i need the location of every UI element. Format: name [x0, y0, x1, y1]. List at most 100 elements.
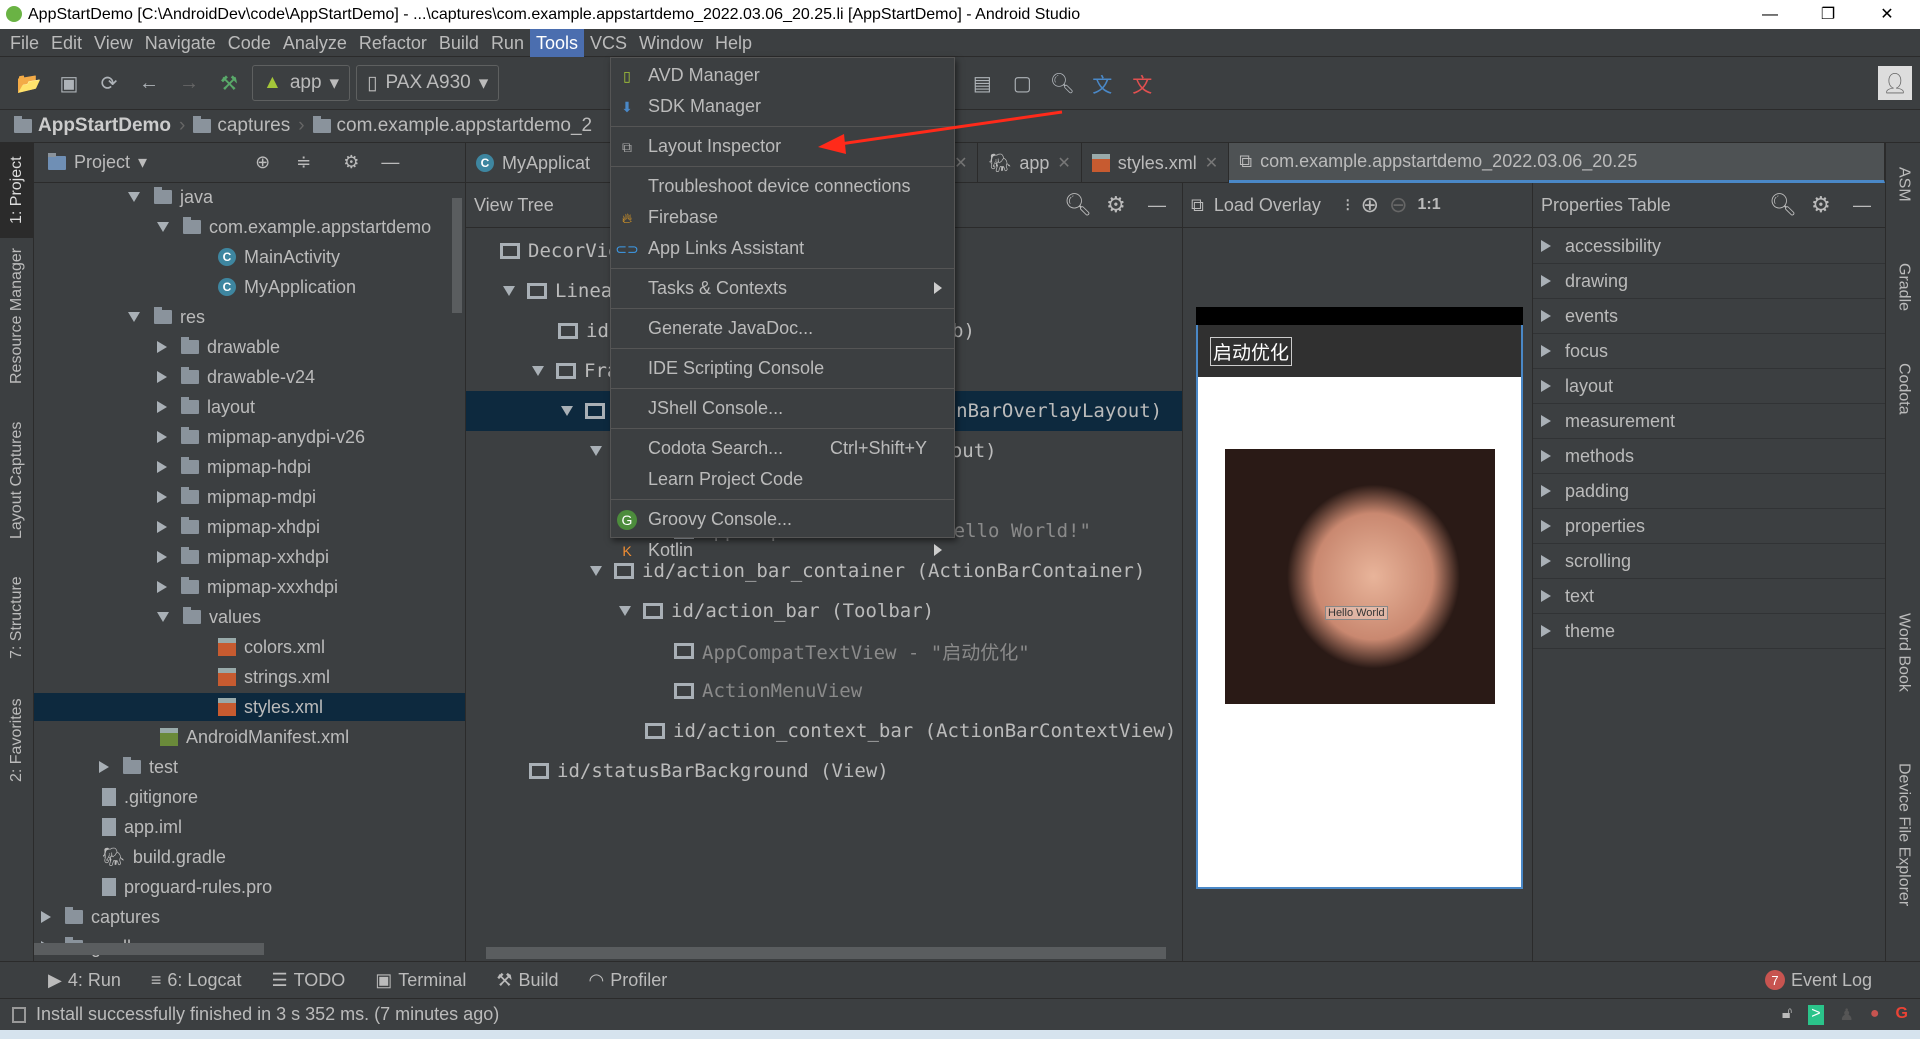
chevron-right-icon[interactable] [99, 761, 109, 773]
property-group[interactable]: text [1533, 579, 1885, 614]
project-tree-item[interactable]: .gitignore [34, 783, 465, 811]
tool-tab-codota[interactable]: Codota [1886, 363, 1920, 473]
project-tree-item[interactable]: AndroidManifest.xml [34, 723, 465, 751]
restore-button[interactable]: ❐ [1803, 0, 1853, 29]
menu-item-kotlin[interactable]: K Kotlin [611, 535, 954, 566]
project-tree-item[interactable]: drawable [34, 333, 465, 361]
property-group[interactable]: padding [1533, 474, 1885, 509]
project-tree-item[interactable]: values [34, 603, 465, 631]
project-tree-item[interactable]: proguard-rules.pro [34, 873, 465, 901]
property-group[interactable]: theme [1533, 614, 1885, 649]
property-group[interactable]: measurement [1533, 404, 1885, 439]
menu-item-jshell-console[interactable]: JShell Console... [611, 393, 954, 424]
chevron-down-icon[interactable] [128, 192, 140, 202]
hide-icon[interactable]: — [1853, 195, 1871, 216]
menu-edit[interactable]: Edit [45, 29, 88, 57]
tool-tab-word-book[interactable]: Word Book [1886, 613, 1920, 733]
translate-icon[interactable]: 文 [1085, 66, 1119, 100]
menu-item-troubleshoot-device-connections[interactable]: Troubleshoot device connections [611, 171, 954, 202]
tool-window-4-run[interactable]: ▶ 4: Run [48, 970, 121, 991]
breadcrumb-item[interactable]: AppStartDemo [14, 115, 171, 137]
forward-icon[interactable]: → [172, 66, 206, 100]
tool-tab-device-file-explorer[interactable]: Device File Explorer [1886, 763, 1920, 963]
view-tree-node[interactable]: id/statusBarBackground (View) [466, 751, 1182, 791]
project-view-select[interactable]: Project [74, 152, 130, 173]
chevron-right-icon[interactable] [1541, 485, 1551, 497]
project-tree-item[interactable]: mipmap-xhdpi [34, 513, 465, 541]
tool-window-build[interactable]: ⚒ Build [496, 970, 558, 991]
project-tree-item[interactable]: C MyApplication [34, 273, 465, 301]
chevron-right-icon[interactable] [1541, 345, 1551, 357]
chevron-right-icon[interactable] [1541, 310, 1551, 322]
horizontal-scrollbar[interactable] [486, 947, 1166, 959]
tool-tab-asm[interactable]: ASM [1886, 153, 1920, 223]
chevron-down-icon[interactable] [128, 312, 140, 322]
chevron-down-icon[interactable] [157, 612, 169, 622]
sync-icon[interactable]: ⟳ [92, 66, 126, 100]
view-tree-node[interactable]: AppCompatTextView - "启动优化" [466, 631, 1182, 671]
tool-window-todo[interactable]: ☰ TODO [271, 970, 345, 991]
chevron-right-icon[interactable] [157, 461, 167, 473]
property-group[interactable]: properties [1533, 509, 1885, 544]
menu-navigate[interactable]: Navigate [139, 29, 222, 57]
chevron-down-icon[interactable]: ▾ [138, 152, 147, 173]
menu-tools[interactable]: Tools [529, 28, 584, 57]
breadcrumb-item[interactable]: com.example.appstartdemo_2 [312, 115, 592, 137]
back-icon[interactable]: ← [132, 66, 166, 100]
menu-help[interactable]: Help [709, 29, 758, 57]
chevron-right-icon[interactable] [157, 491, 167, 503]
tool-window-6-logcat[interactable]: ≡ 6: Logcat [151, 970, 242, 991]
project-tree-item[interactable]: styles.xml [34, 693, 465, 721]
chevron-right-icon[interactable] [41, 911, 51, 923]
chevron-right-icon[interactable] [1541, 275, 1551, 287]
locate-icon[interactable]: ⊕ [255, 152, 270, 173]
chevron-down-icon[interactable] [590, 566, 602, 576]
search-icon[interactable]: 🔍︎ [1064, 192, 1092, 218]
project-tree-item[interactable]: mipmap-anydpi-v26 [34, 423, 465, 451]
chevron-down-icon[interactable] [561, 406, 573, 416]
gear-icon[interactable]: ⚙ [1106, 192, 1126, 218]
chevron-down-icon[interactable] [590, 446, 602, 456]
project-structure-icon[interactable]: ▤ [965, 66, 999, 100]
save-icon[interactable]: ▣ [52, 66, 86, 100]
menu-vcs[interactable]: VCS [584, 29, 633, 57]
menu-item-firebase[interactable]: 🔥︎ Firebase [611, 202, 954, 233]
google-icon[interactable]: G [1896, 1005, 1908, 1025]
property-group[interactable]: drawing [1533, 264, 1885, 299]
project-tree-item[interactable]: 🐘︎ build.gradle [34, 843, 465, 871]
hide-icon[interactable]: — [1148, 195, 1166, 216]
minimize-button[interactable]: — [1745, 0, 1795, 29]
property-group[interactable]: scrolling [1533, 544, 1885, 579]
property-group[interactable]: methods [1533, 439, 1885, 474]
project-tree-item[interactable]: res [34, 303, 465, 331]
menu-run[interactable]: Run [485, 29, 530, 57]
collapse-all-icon[interactable]: ≑ [296, 152, 311, 173]
project-tree-item[interactable]: colors.xml [34, 633, 465, 661]
codota-icon[interactable]: > [1808, 1004, 1824, 1025]
load-overlay-icon[interactable]: ⧉ [1191, 195, 1204, 216]
tool-tab-gradle[interactable]: Gradle [1886, 263, 1920, 343]
menu-window[interactable]: Window [633, 29, 709, 57]
view-tree-node[interactable]: id/action_bar (Toolbar) [466, 591, 1182, 631]
chevron-right-icon[interactable] [1541, 555, 1551, 567]
chevron-right-icon[interactable] [1541, 520, 1551, 532]
chevron-right-icon[interactable] [157, 581, 167, 593]
menu-item-learn-project-code[interactable]: Learn Project Code [611, 464, 954, 495]
menu-analyze[interactable]: Analyze [277, 29, 353, 57]
chevron-right-icon[interactable] [157, 401, 167, 413]
project-tree-item[interactable]: app.iml [34, 813, 465, 841]
menu-refactor[interactable]: Refactor [353, 29, 433, 57]
chevron-right-icon[interactable] [1541, 450, 1551, 462]
chevron-right-icon[interactable] [1541, 590, 1551, 602]
gear-icon[interactable]: ⚙ [1811, 192, 1831, 218]
property-group[interactable]: accessibility [1533, 229, 1885, 264]
editor-tab[interactable]: styles.xml ✕ [1082, 143, 1230, 183]
project-tree-item[interactable]: layout [34, 393, 465, 421]
project-tree-item[interactable]: com.example.appstartdemo [34, 213, 465, 241]
chevron-down-icon[interactable] [157, 222, 169, 232]
menu-item-tasks-contexts[interactable]: Tasks & Contexts [611, 273, 954, 304]
project-tree-item[interactable]: mipmap-mdpi [34, 483, 465, 511]
event-log-button[interactable]: 7 Event Log [1764, 970, 1872, 991]
horizontal-scrollbar[interactable] [34, 943, 264, 955]
property-group[interactable]: focus [1533, 334, 1885, 369]
